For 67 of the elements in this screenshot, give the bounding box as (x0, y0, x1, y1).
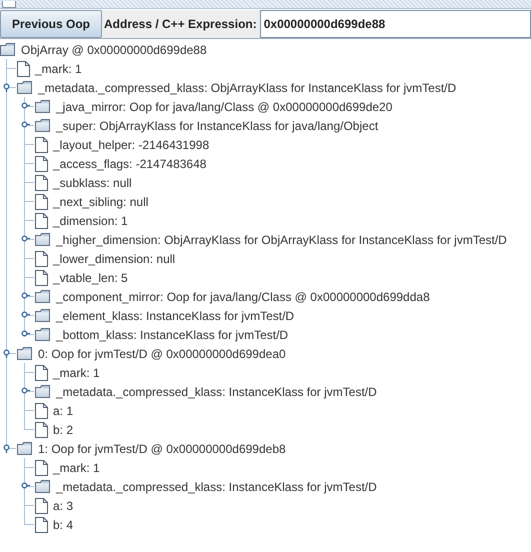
folder-icon (35, 119, 51, 132)
tree-node[interactable]: _metadata._compressed_klass: InstanceKlass for jvmTest/D (55, 478, 378, 494)
folder-icon (35, 233, 51, 246)
address-field[interactable]: 0x00000000d699de88 (260, 10, 531, 38)
folder-icon (35, 480, 51, 493)
document-icon (35, 174, 48, 190)
folder-icon (17, 347, 33, 360)
previous-oop-button[interactable]: Previous Oop (0, 10, 102, 38)
tree-node[interactable]: _mark: 1 (52, 364, 101, 380)
tree-node[interactable]: 0: Oop for jvmTest/D @ 0x00000000d699dea0 (37, 346, 287, 362)
folder-icon (35, 309, 51, 322)
expand-handle-icon[interactable] (21, 387, 30, 396)
tree-node[interactable]: a: 1 (52, 402, 74, 418)
expand-handle-icon[interactable] (21, 121, 30, 130)
tree-node[interactable]: _java_mirror: Oop for java/lang/Class @ 0x00000000d699de20 (55, 98, 394, 114)
tree-node[interactable]: _element_klass: InstanceKlass for jvmTest/D (55, 308, 296, 324)
folder-icon (17, 81, 33, 94)
tree-node[interactable]: _dimension: 1 (52, 212, 129, 228)
folder-icon (35, 328, 51, 341)
tree-node[interactable]: _super: ObjArrayKlass for InstanceKlass for java/lang/Object (55, 118, 380, 134)
window-icon (2, 1, 16, 8)
tree-node[interactable]: _higher_dimension: ObjArrayKlass for ObjArrayKlass for InstanceKlass for jvmTest/D (55, 232, 508, 248)
document-icon (35, 270, 48, 286)
document-icon (35, 460, 48, 476)
tree-node[interactable]: b: 2 (52, 422, 74, 438)
expand-handle-icon[interactable] (21, 292, 30, 301)
expand-handle-icon[interactable] (3, 83, 12, 92)
tree-node[interactable]: _layout_helper: -2146431998 (52, 136, 210, 152)
tree-node[interactable]: 1: Oop for jvmTest/D @ 0x00000000d699deb8 (37, 440, 287, 456)
document-icon (35, 250, 48, 266)
document-icon (35, 402, 48, 418)
document-icon (35, 156, 48, 172)
expand-handle-icon[interactable] (21, 330, 30, 339)
folder-icon (35, 385, 51, 398)
document-icon (17, 60, 30, 76)
folder-icon (17, 442, 33, 455)
folder-icon (35, 290, 51, 303)
tree-node[interactable]: a: 3 (52, 498, 74, 514)
document-icon (35, 212, 48, 228)
tree-node[interactable]: _next_sibling: null (52, 194, 150, 210)
tree-node[interactable]: _lower_dimension: null (52, 250, 176, 266)
expand-handle-icon[interactable] (21, 482, 30, 491)
tree-node[interactable]: _mark: 1 (34, 60, 83, 76)
address-label: Address / C++ Expression: (103, 16, 258, 33)
expand-handle-icon[interactable] (21, 102, 30, 111)
tree-node[interactable]: _metadata._compressed_klass: ObjArrayKlass for InstanceKlass for jvmTest/D (37, 80, 458, 96)
document-icon (35, 194, 48, 210)
tree-node[interactable]: ObjArray @ 0x00000000d699de88 (20, 42, 208, 58)
tree-node[interactable]: _mark: 1 (52, 460, 101, 476)
document-icon (35, 136, 48, 152)
tree-node[interactable]: _component_mirror: Oop for java/lang/Class @ 0x00000000d699dda8 (55, 288, 431, 304)
tree-node[interactable]: _vtable_len: 5 (52, 270, 129, 286)
tree-node[interactable]: b: 4 (52, 516, 74, 532)
tree-node[interactable]: _access_flags: -2147483648 (52, 156, 208, 172)
document-icon (35, 516, 48, 532)
expand-handle-icon[interactable] (21, 235, 30, 244)
expand-handle-icon[interactable] (21, 311, 30, 320)
tree-node[interactable]: _metadata._compressed_klass: InstanceKlass for jvmTest/D (55, 384, 378, 400)
document-icon (35, 422, 48, 438)
folder-icon (35, 100, 51, 113)
expand-handle-icon[interactable] (3, 349, 12, 358)
tree-node[interactable]: _subklass: null (52, 174, 133, 190)
document-icon (35, 498, 48, 514)
folder-icon (0, 43, 16, 56)
document-icon (35, 364, 48, 380)
expand-handle-icon[interactable] (3, 444, 12, 453)
tree-node[interactable]: _bottom_klass: InstanceKlass for jvmTest/D (55, 326, 290, 342)
